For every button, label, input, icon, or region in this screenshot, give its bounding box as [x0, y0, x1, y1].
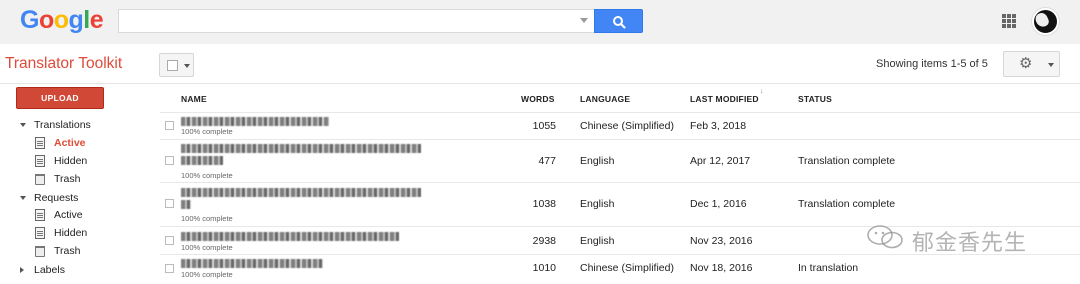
logo-letter: o — [38, 6, 54, 34]
document-name-redacted[interactable] — [181, 259, 323, 268]
document-name-redacted[interactable] — [181, 188, 421, 197]
avatar[interactable] — [1032, 8, 1059, 35]
status-cell: In translation — [798, 262, 859, 274]
sidebar-item-translations[interactable]: Translations — [0, 116, 150, 134]
word-count: 2938 — [532, 235, 556, 247]
sidebar-item-translations-trash[interactable]: Trash — [0, 170, 150, 188]
apps-grid-icon[interactable] — [1002, 14, 1016, 28]
status-cell: Translation complete — [798, 155, 896, 167]
watermark-text: 郁金香先生 — [912, 230, 1028, 255]
divider — [160, 139, 1080, 140]
sidebar-item-label: Trash — [54, 245, 81, 257]
language-cell: English — [580, 155, 615, 167]
progress-text: 100% complete — [181, 127, 233, 136]
sidebar-item-label: Hidden — [54, 155, 88, 167]
sidebar-item-label: Active — [54, 209, 83, 221]
chevron-right-icon — [20, 267, 24, 273]
modified-cell: Dec 1, 2016 — [690, 198, 747, 210]
progress-text: 100% complete — [181, 214, 233, 223]
document-icon — [35, 137, 45, 149]
upload-button[interactable]: UPLOAD — [16, 87, 104, 109]
row-checkbox[interactable] — [165, 236, 174, 245]
progress-text: 100% complete — [181, 243, 233, 252]
modified-cell: Nov 23, 2016 — [690, 235, 753, 247]
row-checkbox[interactable] — [165, 199, 174, 208]
chevron-down-icon — [20, 123, 26, 127]
sidebar-item-requests[interactable]: Requests — [0, 189, 150, 207]
sidebar-item-labels[interactable]: Labels — [0, 261, 150, 279]
modified-cell: Apr 12, 2017 — [690, 155, 751, 167]
toolkit-toolbar: Translator Toolkit Showing items 1-5 of … — [0, 44, 1080, 84]
search-input[interactable] — [118, 9, 595, 33]
language-cell: English — [580, 235, 615, 247]
modified-cell: Feb 3, 2018 — [690, 120, 747, 132]
modified-cell: Nov 18, 2016 — [690, 262, 753, 274]
sidebar-item-label: Labels — [34, 264, 65, 276]
progress-text: 100% complete — [181, 171, 233, 180]
document-name-redacted[interactable] — [181, 117, 329, 126]
pagination-status: Showing items 1-5 of 5 — [876, 58, 988, 70]
row-checkbox[interactable] — [165, 156, 174, 165]
language-cell: Chinese (Simplified) — [580, 262, 674, 274]
column-header-language[interactable]: LANGUAGE — [580, 94, 630, 104]
app-title[interactable]: Translator Toolkit — [5, 55, 122, 73]
logo-letter: o — [53, 6, 69, 34]
sidebar-item-label: Active — [54, 137, 86, 149]
document-icon — [35, 227, 45, 239]
checkbox-icon — [167, 60, 178, 71]
sidebar-item-translations-active[interactable]: Active — [0, 134, 150, 152]
status-cell: Translation complete — [798, 198, 896, 210]
wechat-icon — [867, 225, 903, 249]
google-logo[interactable]: Google — [20, 6, 104, 35]
document-name-redacted[interactable] — [181, 200, 191, 209]
sidebar-item-translations-hidden[interactable]: Hidden — [0, 152, 150, 170]
logo-letter: g — [68, 6, 84, 34]
select-all-button[interactable] — [159, 53, 194, 77]
google-bar: Google — [0, 0, 1080, 44]
sidebar-item-label: Requests — [34, 192, 79, 204]
word-count: 1038 — [532, 198, 556, 210]
gear-icon: ⚙ — [1019, 55, 1033, 72]
settings-button[interactable]: ⚙ — [1003, 51, 1060, 77]
word-count: 1055 — [532, 120, 556, 132]
sidebar-item-requests-active[interactable]: Active — [0, 206, 150, 224]
trash-icon — [35, 246, 45, 257]
column-header-status[interactable]: STATUS — [798, 94, 832, 104]
search-button[interactable] — [594, 9, 643, 33]
document-name-redacted[interactable] — [181, 156, 223, 165]
language-cell: Chinese (Simplified) — [580, 120, 674, 132]
divider — [160, 112, 1080, 113]
sidebar-item-requests-hidden[interactable]: Hidden — [0, 224, 150, 242]
document-name-redacted[interactable] — [181, 232, 399, 241]
sidebar-item-label: Translations — [34, 119, 91, 131]
column-header-words[interactable]: WORDS — [521, 94, 555, 104]
column-header-name[interactable]: NAME — [181, 94, 207, 104]
sidebar-item-label: Trash — [54, 173, 81, 185]
word-count: 477 — [538, 155, 556, 167]
word-count: 1010 — [532, 262, 556, 274]
chevron-down-icon — [1048, 63, 1054, 67]
progress-text: 100% complete — [181, 270, 233, 279]
trash-icon — [35, 174, 45, 185]
logo-letter: e — [89, 6, 104, 34]
logo-letter: G — [20, 6, 39, 34]
column-header-last-modified[interactable]: LAST MODIFIED — [690, 94, 759, 104]
search-icon — [613, 16, 626, 29]
sidebar-item-label: Hidden — [54, 227, 88, 239]
divider — [160, 182, 1080, 183]
language-cell: English — [580, 198, 615, 210]
chevron-down-icon — [184, 64, 190, 68]
chevron-down-icon — [20, 196, 26, 200]
row-checkbox[interactable] — [165, 264, 174, 273]
document-icon — [35, 209, 45, 221]
sidebar-item-requests-trash[interactable]: Trash — [0, 242, 150, 260]
document-icon — [35, 155, 45, 167]
document-name-redacted[interactable] — [181, 144, 421, 153]
row-checkbox[interactable] — [165, 121, 174, 130]
chevron-down-icon[interactable] — [580, 18, 588, 23]
sort-arrow-icon: ↓ — [760, 88, 764, 95]
